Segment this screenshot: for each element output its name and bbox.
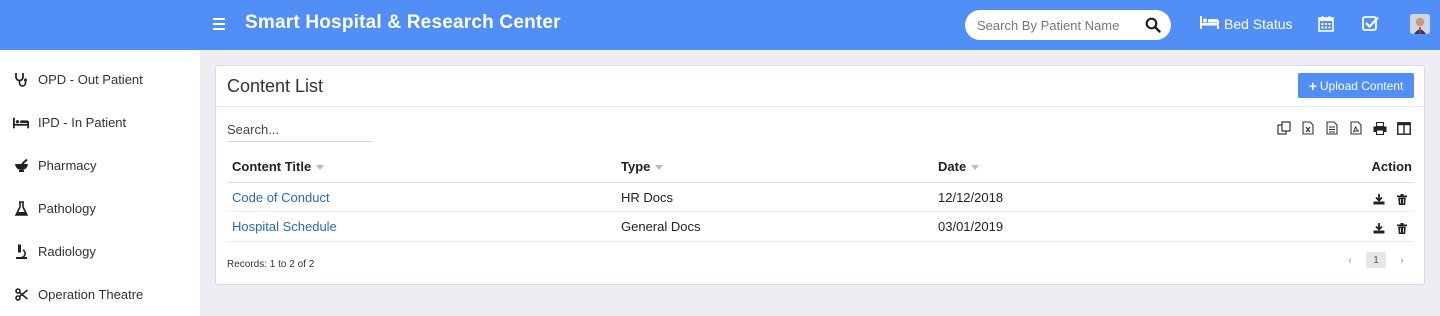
copy-icon[interactable] [1276,120,1292,136]
sidebar: OPD - Out Patient IPD - In Patient Pharm… [0,50,200,316]
table-search-input[interactable] [227,120,373,142]
content-title-link[interactable]: Code of Conduct [232,190,330,205]
export-toolbar [1276,120,1412,136]
task-checkbox-icon[interactable] [1362,15,1380,33]
excel-icon[interactable] [1300,120,1316,136]
calendar-icon[interactable] [1318,15,1336,33]
sidebar-item-label: OPD - Out Patient [38,72,143,87]
columns-icon[interactable] [1396,120,1412,136]
download-icon[interactable] [1373,222,1385,234]
microscope-icon [13,244,29,260]
column-header-date[interactable]: Date [938,159,980,174]
content-date: 03/01/2019 [938,219,1004,234]
column-header-action: Action [1372,159,1412,174]
csv-icon[interactable] [1324,120,1340,136]
column-header-type[interactable]: Type [621,159,664,174]
sidebar-item-pharmacy[interactable]: Pharmacy [0,144,200,187]
upload-content-button[interactable]: + Upload Content [1298,73,1414,98]
bed-icon [1200,16,1219,32]
bed-status-label: Bed Status [1224,16,1293,32]
patient-search-input[interactable] [977,16,1137,34]
page-title: Content List [227,76,324,96]
sidebar-item-label: IPD - In Patient [38,115,127,130]
scissors-icon [13,287,29,303]
mortar-pestle-icon [13,158,29,174]
pagination: ‹ 1 › [1340,252,1412,268]
content-title-link[interactable]: Hospital Schedule [232,219,337,234]
patient-search [965,10,1171,40]
row-divider [227,211,1414,212]
stethoscope-icon [13,72,29,88]
pagination-page[interactable]: 1 [1366,252,1386,268]
sidebar-item-pathology[interactable]: Pathology [0,187,200,230]
app-title: Smart Hospital & Research Center [245,12,561,33]
column-header-label: Action [1371,159,1412,174]
sidebar-item-label: Operation Theatre [38,287,144,302]
download-icon[interactable] [1373,193,1385,205]
sidebar-item-opd[interactable]: OPD - Out Patient [0,58,200,101]
bed-status-button[interactable]: Bed Status [1200,16,1293,32]
sidebar-item-operation-theatre[interactable]: Operation Theatre [0,273,200,316]
pagination-prev[interactable]: ‹ [1340,252,1360,268]
row-divider [227,241,1414,242]
table-header-divider [227,182,1414,183]
sort-caret-icon[interactable] [655,165,664,170]
content-date: 12/12/2018 [938,190,1004,205]
sidebar-item-label: Radiology [38,244,96,259]
sidebar-item-radiology[interactable]: Radiology [0,230,200,273]
user-avatar[interactable] [1410,14,1430,34]
search-icon[interactable] [1145,17,1161,33]
records-count: Records: 1 to 2 of 2 [227,259,315,270]
column-header-label: Date [938,159,967,174]
sidebar-item-ipd[interactable]: IPD - In Patient [0,101,200,144]
top-navbar: Smart Hospital & Research Center Bed Sta… [0,0,1440,50]
menu-toggle-icon[interactable] [213,15,229,33]
sort-caret-icon[interactable] [316,165,325,170]
bed-icon [13,115,29,131]
column-header-label: Type [621,159,651,174]
plus-icon: + [1308,77,1317,94]
row-actions [1373,193,1408,205]
content-type: General Docs [621,219,701,234]
card-divider [216,106,1424,107]
sidebar-item-label: Pathology [38,201,96,216]
row-actions [1373,222,1408,234]
column-header-label: Content Title [232,159,312,174]
delete-icon[interactable] [1396,193,1408,205]
sort-caret-icon[interactable] [971,165,980,170]
pagination-next[interactable]: › [1392,252,1412,268]
content-list-card: Content List + Upload Content Content Ti… [215,65,1425,285]
pdf-icon[interactable] [1348,120,1364,136]
flask-icon [13,201,29,217]
upload-content-label: Upload Content [1319,78,1404,93]
content-type: HR Docs [621,190,674,205]
sidebar-item-label: Pharmacy [38,158,97,173]
column-header-title[interactable]: Content Title [232,159,325,174]
print-icon[interactable] [1372,120,1388,136]
delete-icon[interactable] [1396,222,1408,234]
